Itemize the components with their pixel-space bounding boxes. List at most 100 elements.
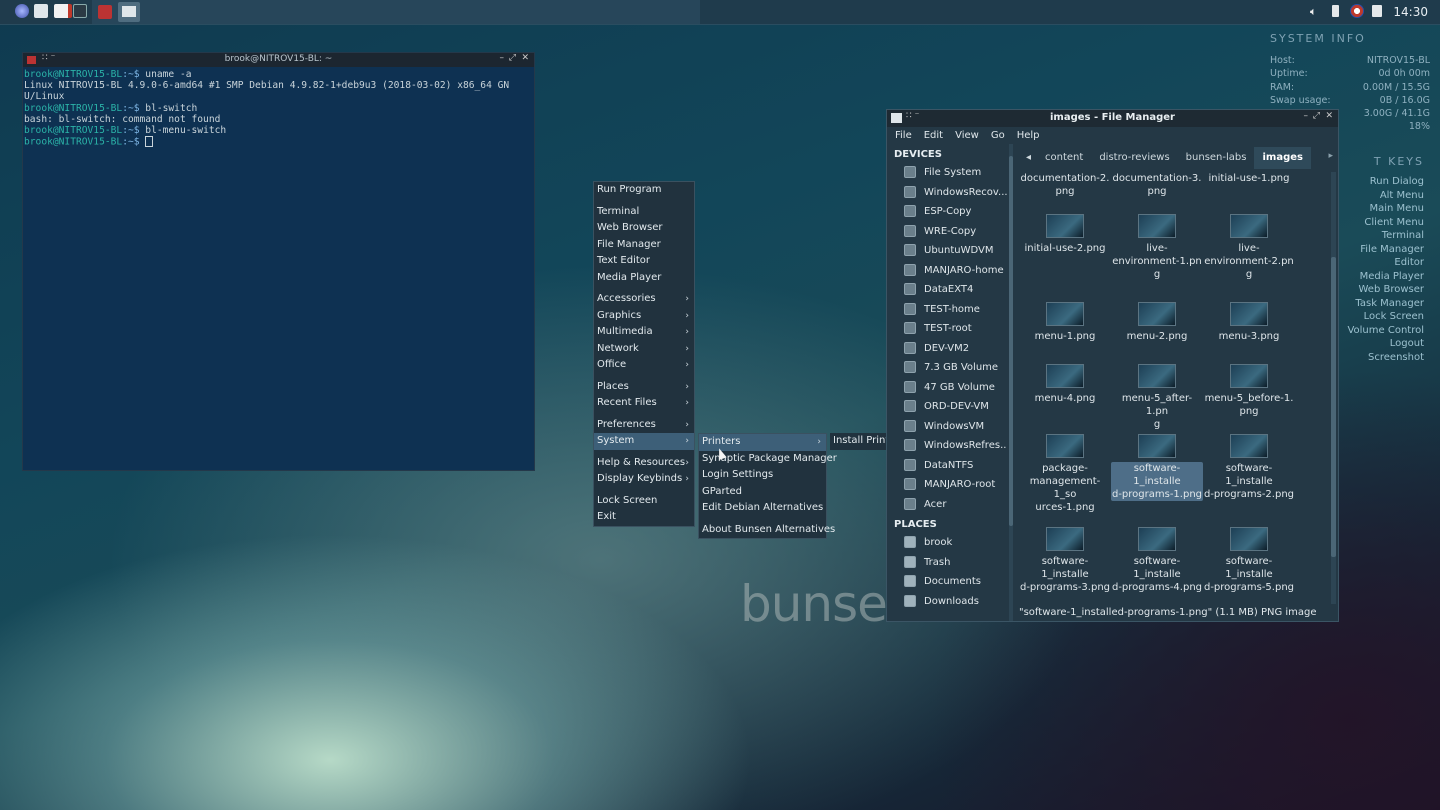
- menu-item-media-player[interactable]: Media Player: [594, 270, 694, 287]
- menubar-help[interactable]: Help: [1017, 127, 1040, 144]
- device-item[interactable]: 47 GB Volume: [887, 378, 1007, 398]
- device-item[interactable]: DataEXT4: [887, 280, 1007, 300]
- breadcrumb-back-icon[interactable]: ◂: [1020, 147, 1037, 169]
- menubar-view[interactable]: View: [955, 127, 979, 144]
- device-item[interactable]: MANJARO-home: [887, 261, 1007, 281]
- file-item[interactable]: initial-use-2.png: [1019, 214, 1111, 255]
- place-item[interactable]: Documents: [887, 572, 1007, 592]
- menubar-go[interactable]: Go: [991, 127, 1005, 144]
- menu-item-lock-screen[interactable]: Lock Screen: [594, 493, 694, 510]
- menu-item-help-resources[interactable]: Help & Resources ›: [594, 455, 694, 472]
- device-item[interactable]: TEST-root: [887, 319, 1007, 339]
- file-manager-task-icon[interactable]: [118, 2, 140, 22]
- file-item[interactable]: live- environment-2.pn g: [1203, 214, 1295, 281]
- device-item[interactable]: File System: [887, 163, 1007, 183]
- device-item[interactable]: MANJARO-root: [887, 475, 1007, 495]
- device-item[interactable]: WindowsRecov...: [887, 183, 1007, 203]
- keyboard-layout-icon[interactable]: [1350, 4, 1364, 18]
- terminal-output[interactable]: brook@NITROV15-BL:~$ uname -a Linux NITRO…: [23, 67, 534, 150]
- terminal-task-icon[interactable]: [98, 5, 112, 19]
- file-item[interactable]: package- management-1_so urces-1.png: [1019, 434, 1111, 514]
- file-item[interactable]: software-1_installe d-programs-3.png: [1019, 527, 1111, 594]
- menubar-file[interactable]: File: [895, 127, 912, 144]
- file-item[interactable]: menu-5_after-1.pn g: [1111, 364, 1203, 431]
- file-item[interactable]: initial-use-1.png: [1203, 172, 1295, 185]
- close-icon[interactable]: ✕: [521, 53, 529, 63]
- device-item[interactable]: WRE-Copy: [887, 222, 1007, 242]
- file-item[interactable]: software-1_installe d-programs-4.png: [1111, 527, 1203, 594]
- breadcrumb-item[interactable]: content: [1037, 147, 1091, 169]
- terminal-window[interactable]: ∷ ⁻ brook@NITROV15-BL: ~ – ⤢ ✕ brook@NIT…: [22, 52, 535, 471]
- menu-item-graphics[interactable]: Graphics ›: [594, 308, 694, 325]
- volume-icon[interactable]: 🔈︎: [1310, 5, 1322, 18]
- breadcrumb-item[interactable]: bunsen-labs: [1178, 147, 1255, 169]
- terminal-titlebar[interactable]: ∷ ⁻ brook@NITROV15-BL: ~ – ⤢ ✕: [23, 53, 534, 67]
- device-item[interactable]: DataNTFS: [887, 456, 1007, 476]
- menu-item-terminal[interactable]: Terminal: [594, 204, 694, 221]
- device-item[interactable]: TEST-home: [887, 300, 1007, 320]
- menu-item-accessories[interactable]: Accessories ›: [594, 291, 694, 308]
- place-item[interactable]: Downloads: [887, 592, 1007, 612]
- file-item[interactable]: software-1_installe d-programs-5.png: [1203, 527, 1295, 594]
- terminal-icon[interactable]: [73, 4, 87, 18]
- device-item[interactable]: ORD-DEV-VM: [887, 397, 1007, 417]
- menu-item-office[interactable]: Office ›: [594, 357, 694, 374]
- menu-item-network[interactable]: Network ›: [594, 341, 694, 358]
- menu-item-about-bunsen-alternatives[interactable]: About Bunsen Alternatives: [699, 522, 835, 539]
- breadcrumb-item[interactable]: distro-reviews: [1091, 147, 1177, 169]
- menu-item-text-editor[interactable]: Text Editor: [594, 253, 694, 270]
- menubar-edit[interactable]: Edit: [924, 127, 943, 144]
- menu-item-system[interactable]: System ›: [594, 433, 694, 450]
- fm-close-icon[interactable]: ✕: [1325, 111, 1333, 121]
- battery-icon[interactable]: [1332, 5, 1339, 17]
- file-item[interactable]: software-1_installe d-programs-1.png: [1111, 434, 1203, 501]
- fm-minimize-icon[interactable]: –: [1304, 111, 1309, 121]
- file-item[interactable]: menu-1.png: [1019, 302, 1111, 343]
- breadcrumb-forward-icon[interactable]: ▸: [1328, 151, 1333, 161]
- file-manager-titlebar[interactable]: ∷ ⁻ images - File Manager – ⤢ ✕: [887, 110, 1338, 127]
- text-editor-icon[interactable]: [54, 4, 72, 18]
- minimize-icon[interactable]: –: [500, 53, 505, 63]
- menu-item-multimedia[interactable]: Multimedia ›: [594, 324, 694, 341]
- device-label: WindowsRefres...: [924, 440, 1007, 451]
- file-item[interactable]: menu-2.png: [1111, 302, 1203, 343]
- device-item[interactable]: UbuntuWDVM: [887, 241, 1007, 261]
- menu-item-display-keybinds[interactable]: Display Keybinds ›: [594, 471, 694, 488]
- device-item[interactable]: ESP-Copy: [887, 202, 1007, 222]
- device-item[interactable]: 7.3 GB Volume: [887, 358, 1007, 378]
- panel-clock[interactable]: 14:30: [1393, 5, 1428, 19]
- file-item[interactable]: menu-5_before-1. png: [1203, 364, 1295, 418]
- file-manager-window[interactable]: ∷ ⁻ images - File Manager – ⤢ ✕ File Edit…: [886, 109, 1339, 622]
- menu-item-file-manager[interactable]: File Manager: [594, 237, 694, 254]
- maximize-icon[interactable]: ⤢: [509, 53, 516, 63]
- menu-item-edit-debian-alternatives[interactable]: Edit Debian Alternatives: [699, 500, 826, 517]
- file-item[interactable]: live- environment-1.pn g: [1111, 214, 1203, 281]
- place-item[interactable]: Trash: [887, 553, 1007, 573]
- place-item[interactable]: brook: [887, 533, 1007, 553]
- file-grid-scrollbar[interactable]: [1331, 172, 1336, 604]
- fm-maximize-icon[interactable]: ⤢: [1313, 111, 1320, 121]
- drive-icon: [904, 283, 916, 295]
- file-item[interactable]: menu-4.png: [1019, 364, 1111, 405]
- menu-item-exit[interactable]: Exit: [594, 509, 694, 526]
- device-item[interactable]: DEV-VM2: [887, 339, 1007, 359]
- device-item[interactable]: Acer: [887, 495, 1007, 515]
- clipboard-icon[interactable]: [1372, 5, 1382, 17]
- file-item[interactable]: menu-3.png: [1203, 302, 1295, 343]
- menu-item-preferences[interactable]: Preferences ›: [594, 417, 694, 434]
- menu-item-recent-files[interactable]: Recent Files ›: [594, 395, 694, 412]
- menu-item-run-program[interactable]: Run Program: [594, 182, 694, 199]
- menu-item-places[interactable]: Places ›: [594, 379, 694, 396]
- breadcrumb-item[interactable]: images: [1254, 147, 1311, 169]
- device-item[interactable]: WindowsVM: [887, 417, 1007, 437]
- file-manager-icon[interactable]: [34, 4, 48, 18]
- menu-item-web-browser[interactable]: Web Browser: [594, 220, 694, 237]
- device-item[interactable]: WindowsRefres...: [887, 436, 1007, 456]
- file-item[interactable]: documentation-2. png: [1019, 172, 1111, 198]
- menu-item-login-settings[interactable]: Login Settings: [699, 467, 826, 484]
- side-pane-scrollbar[interactable]: [1009, 144, 1013, 621]
- file-item[interactable]: software-1_installe d-programs-2.png: [1203, 434, 1295, 501]
- bunsenlabs-menu-icon[interactable]: [15, 4, 29, 18]
- file-item[interactable]: documentation-3. png: [1111, 172, 1203, 198]
- menu-item-gparted[interactable]: GParted: [699, 484, 826, 501]
